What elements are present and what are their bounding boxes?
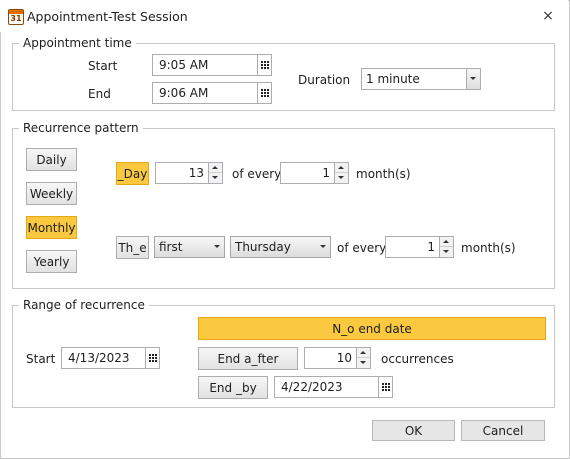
chevron-down-icon[interactable] [357,358,370,368]
duration-label: Duration [298,73,351,87]
calendar-app-icon: 31 [8,9,24,25]
chevron-up-icon[interactable] [335,163,348,173]
end-time-picker-button[interactable] [258,82,272,104]
day-months-spinner[interactable] [335,162,349,184]
the-option-button[interactable]: Th_e [116,236,149,259]
end-time-label: End [88,87,111,101]
calendar-icon [260,89,269,97]
range-start-date-picker-button[interactable] [146,347,160,369]
range-start-label: Start [26,352,56,366]
occurrences-field[interactable]: 10 [304,347,357,369]
end-time-field[interactable]: 9:06 AM [152,82,258,104]
the-months-field[interactable]: 1 [385,236,440,258]
chevron-up-icon[interactable] [357,348,370,358]
start-time-field[interactable]: 9:05 AM [152,54,258,76]
end-after-button[interactable]: End a_fter [198,347,298,370]
chevron-down-icon[interactable] [209,173,222,183]
calendar-icon [148,354,157,362]
recurrence-daily-button[interactable]: Daily [26,148,77,171]
range-of-recurrence-legend: Range of recurrence [19,298,149,312]
window-title: Appointment-Test Session [27,9,188,24]
the-months-label: month(s) [461,241,516,255]
weekday-combobox[interactable]: Thursday [230,236,331,258]
day-of-month-field[interactable]: 13 [155,162,209,184]
ok-button[interactable]: OK [372,420,455,441]
appointment-time-legend: Appointment time [19,36,136,50]
close-button[interactable]: × [536,6,560,26]
chevron-down-icon [320,245,326,248]
recurrence-monthly-button[interactable]: Monthly [26,216,77,239]
close-icon: × [542,8,554,24]
occurrences-spinner[interactable] [357,347,371,369]
recurrence-yearly-button[interactable]: Yearly [26,250,77,273]
no-end-date-button[interactable]: N_o end date [198,317,546,340]
end-by-date-field[interactable]: 4/22/2023 [274,376,379,398]
duration-dropdown-button[interactable] [467,68,481,90]
day-months-field[interactable]: 1 [280,162,335,184]
start-time-label: Start [88,59,118,73]
start-time-picker-button[interactable] [258,54,272,76]
day-option-button[interactable]: _Day [116,162,149,185]
the-of-every-label: of every [337,241,387,255]
end-by-date-picker-button[interactable] [379,376,393,398]
end-by-button[interactable]: End _by [198,376,268,399]
calendar-icon [260,61,269,69]
day-of-every-label: of every [232,167,282,181]
chevron-down-icon[interactable] [335,173,348,183]
calendar-icon [381,383,390,391]
day-months-label: month(s) [356,167,411,181]
the-months-spinner[interactable] [440,236,454,258]
calendar-app-icon-text: 31 [10,14,22,23]
occurrences-label: occurrences [381,352,454,366]
recurrence-weekly-button[interactable]: Weekly [26,182,77,205]
chevron-down-icon [470,77,476,80]
recurrence-pattern-group [12,128,555,289]
chevron-down-icon [214,245,220,248]
recurrence-pattern-legend: Recurrence pattern [19,121,143,135]
cancel-button[interactable]: Cancel [461,420,545,441]
duration-combobox[interactable]: 1 minute [361,68,467,90]
range-start-date-field[interactable]: 4/13/2023 [61,347,146,369]
day-of-month-spinner[interactable] [209,162,223,184]
chevron-up-icon[interactable] [209,163,222,173]
chevron-up-icon[interactable] [440,237,453,247]
chevron-down-icon[interactable] [440,247,453,257]
